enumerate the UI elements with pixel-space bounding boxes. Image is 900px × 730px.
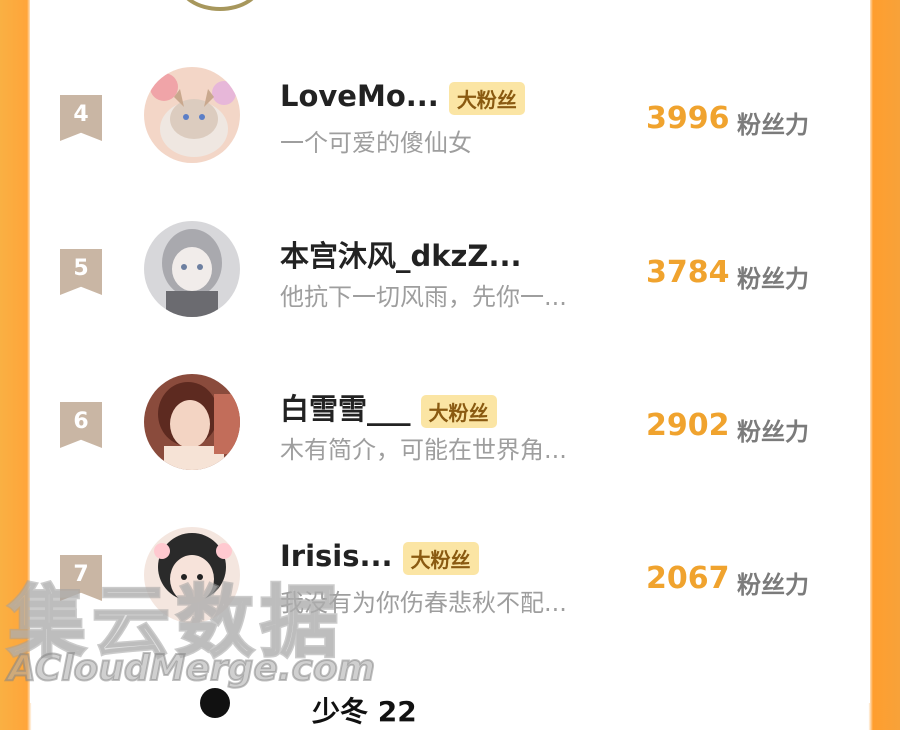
avatar-image [144,221,240,317]
next-avatar[interactable] [200,688,230,718]
user-bio: 他抗下一切风雨，先你一... [280,283,567,311]
user-bio: 一个可爱的傻仙女 [280,129,472,157]
avatar[interactable] [144,527,240,623]
fan-badge: 大粉丝 [402,541,479,575]
user-name[interactable]: 本宫沐风_dkzZ... [280,233,522,275]
avatar-image [144,67,240,163]
rank-badge: 6 [60,402,102,448]
rank-badge: 5 [60,249,102,295]
fan-score: 2902 [646,408,730,443]
user-name[interactable]: Irisis... 大粉丝 [280,539,479,575]
fan-score-unit: 粉丝力 [737,418,809,446]
avatar[interactable] [144,374,240,470]
user-name[interactable]: 白雪雪___ 大粉丝 [280,386,497,428]
rank-row[interactable]: 7 Irisis... 大粉丝 我没有为你伤春悲秋不配... 2067 粉丝力 [30,513,870,643]
fan-badge: 大粉丝 [448,81,525,115]
user-name-text: 本宫沐风_dkzZ... [280,239,522,273]
fan-score: 3784 [646,255,730,290]
avatar-image [144,374,240,470]
previous-avatar[interactable] [178,0,262,11]
user-name-text: Irisis... [280,539,393,573]
user-name[interactable]: LoveMo... 大粉丝 [280,79,525,115]
fan-score: 2067 [646,561,730,596]
fan-score-unit: 粉丝力 [737,111,809,139]
rank-badge: 7 [60,555,102,601]
rank-row[interactable]: 5 本宫沐风_dkzZ... 他抗下一切风雨，先你一... 3784 粉丝力 [30,207,870,337]
fan-badge: 大粉丝 [420,394,497,428]
rank-row[interactable]: 6 白雪雪___ 大粉丝 木有简介，可能在世界角... 2902 粉丝力 [30,360,870,490]
avatar-image [144,527,240,623]
next-user-name[interactable]: 少冬 22 [312,690,417,730]
rank-badge: 4 [60,95,102,141]
user-name-text: 白雪雪___ [280,392,411,426]
user-bio: 木有简介，可能在世界角... [280,436,567,464]
ranking-panel: 4 LoveMo... 大粉丝 一个可爱的傻仙女 3996 粉丝力 5 本宫沐风… [30,0,870,728]
user-name-text: LoveMo... [280,79,439,113]
rank-row[interactable]: 4 LoveMo... 大粉丝 一个可爱的傻仙女 3996 粉丝力 [30,53,870,183]
fan-score-unit: 粉丝力 [737,265,809,293]
user-bio: 我没有为你伤春悲秋不配... [280,589,567,617]
avatar[interactable] [144,221,240,317]
fan-score: 3996 [646,101,730,136]
fan-score-unit: 粉丝力 [737,571,809,599]
avatar[interactable] [144,67,240,163]
